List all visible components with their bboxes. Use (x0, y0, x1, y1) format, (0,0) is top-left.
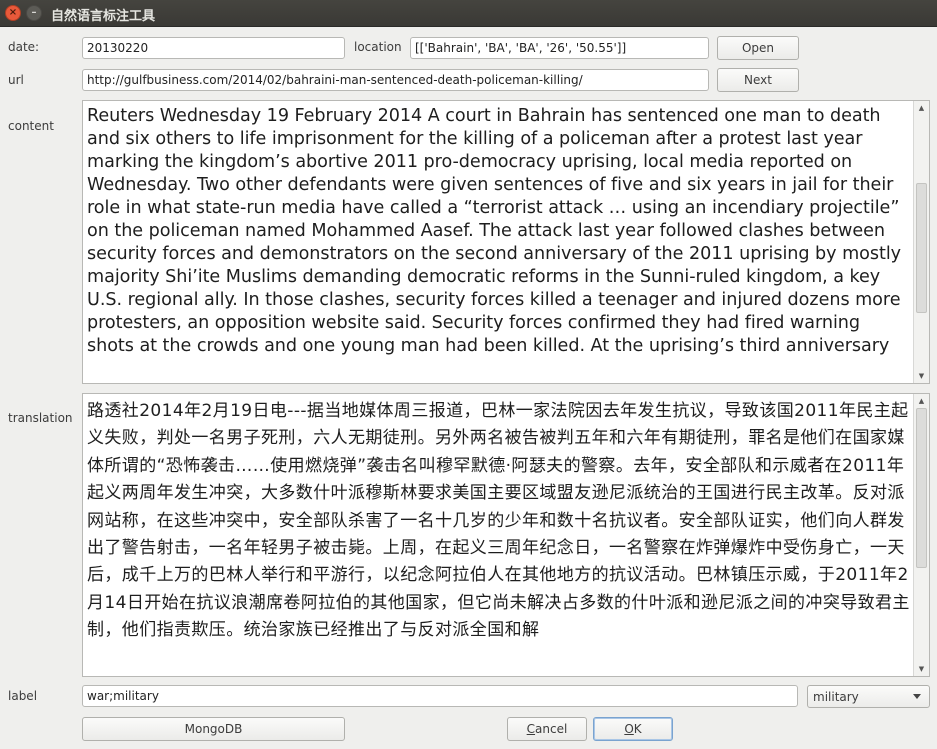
window-title: 自然语言标注工具 (51, 9, 156, 24)
translation-textarea[interactable]: 路透社2014年2月19日电---据当地媒体周三报道，巴林一家法院因去年发生抗议… (82, 393, 930, 677)
scroll-down-icon[interactable]: ▼ (914, 369, 929, 383)
date-input[interactable] (82, 37, 345, 59)
translation-text: 路透社2014年2月19日电---据当地媒体周三报道，巴林一家法院因去年发生抗议… (87, 401, 910, 641)
cancel-button[interactable]: Cancel (507, 717, 587, 741)
translation-scroll-thumb[interactable] (916, 408, 927, 568)
location-label: location (354, 40, 402, 54)
scroll-down-icon[interactable]: ▼ (914, 662, 929, 676)
content-text: Reuters Wednesday 19 February 2014 A cou… (87, 106, 902, 356)
mongodb-button[interactable]: MongoDB (82, 717, 345, 741)
url-label: url (8, 73, 24, 87)
content-label: content (8, 119, 54, 133)
chevron-down-icon (913, 694, 921, 699)
url-input[interactable] (82, 69, 709, 91)
content-scrollbar[interactable]: ▲ ▼ (913, 101, 929, 383)
title-bar: × – 自然语言标注工具 (0, 0, 937, 27)
open-button[interactable]: Open (717, 36, 799, 60)
label-label: label (8, 689, 38, 703)
location-input[interactable] (410, 37, 709, 59)
ok-button[interactable]: OK (593, 717, 673, 741)
ok-mnemonic: O (624, 722, 634, 736)
date-label: date: (8, 40, 40, 54)
label-input[interactable] (82, 685, 798, 707)
next-button[interactable]: Next (717, 68, 799, 92)
translation-label: translation (8, 411, 73, 425)
label-select-value: military (813, 689, 859, 704)
close-window-icon[interactable]: × (5, 5, 21, 21)
scroll-up-icon[interactable]: ▲ (914, 101, 929, 115)
label-select[interactable]: military (807, 685, 930, 708)
cancel-mnemonic: C (526, 722, 536, 736)
content-textarea[interactable]: Reuters Wednesday 19 February 2014 A cou… (82, 100, 930, 384)
scroll-up-icon[interactable]: ▲ (914, 394, 929, 408)
content-scroll-thumb[interactable] (916, 183, 927, 314)
translation-scrollbar[interactable]: ▲ ▼ (913, 394, 929, 676)
minimize-window-icon[interactable]: – (26, 5, 42, 21)
